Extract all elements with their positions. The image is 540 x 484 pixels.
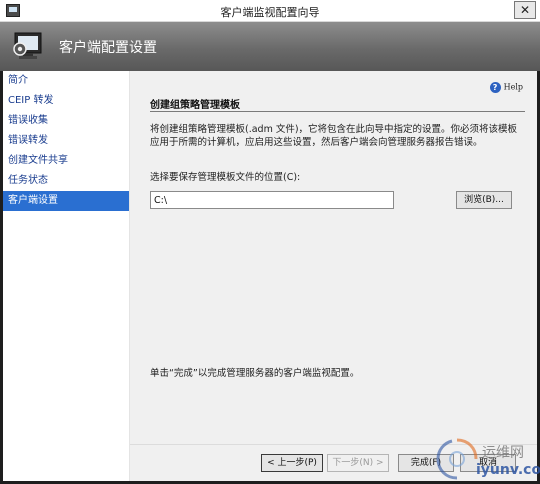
sidebar-item-ceip-forwarding[interactable]: CEIP 转发 — [3, 91, 129, 111]
previous-button[interactable]: < 上一步(P) — [261, 454, 323, 472]
sidebar-item-intro[interactable]: 简介 — [3, 71, 129, 91]
next-button[interactable]: 下一步(N) > — [327, 454, 389, 472]
site-watermark: 运维网 iyunv.com — [432, 436, 540, 482]
close-button[interactable]: ✕ — [514, 1, 536, 19]
title-bar: 客户端监视配置向导 ✕ — [0, 0, 540, 22]
watermark-logo-icon — [436, 438, 478, 480]
watermark-site-name: 运维网 — [482, 445, 524, 461]
section-description: 将创建组策略管理模板(.adm 文件)，它将包含在此向导中指定的设置。你必须将该… — [150, 124, 518, 148]
gear-on-computer-icon — [13, 32, 42, 59]
help-link[interactable]: ? Help — [489, 82, 523, 93]
section-title: 创建组策略管理模板 — [150, 100, 240, 111]
help-label: Help — [503, 82, 523, 92]
banner-title: 客户端配置设置 — [59, 40, 157, 56]
finish-instruction: 单击“完成”以完成管理服务器的客户端监视配置。 — [150, 368, 360, 379]
sidebar-item-task-status[interactable]: 任务状态 — [3, 171, 129, 191]
sidebar-item-error-collection[interactable]: 错误收集 — [3, 111, 129, 131]
browse-button[interactable]: 浏览(B)... — [456, 191, 512, 209]
wizard-steps-sidebar: 简介 CEIP 转发 错误收集 错误转发 创建文件共享 任务状态 客户端设置 — [3, 71, 130, 481]
help-icon: ? — [489, 82, 501, 93]
wizard-banner: 客户端配置设置 — [0, 22, 540, 71]
section-divider — [150, 111, 525, 112]
sidebar-item-client-settings[interactable]: 客户端设置 — [3, 191, 129, 211]
sidebar-item-create-file-share[interactable]: 创建文件共享 — [3, 151, 129, 171]
sidebar-item-error-forwarding[interactable]: 错误转发 — [3, 131, 129, 151]
template-location-label: 选择要保存管理模板文件的位置(C): — [150, 172, 301, 183]
window-title: 客户端监视配置向导 — [220, 6, 320, 19]
watermark-domain: iyunv.com — [476, 462, 540, 478]
wizard-window: 客户端监视配置向导 ✕ 客户端配置设置 简介 CEIP 转发 错误收集 错误转发… — [0, 0, 540, 484]
template-location-input[interactable] — [150, 191, 394, 209]
wizard-content: ? Help 创建组策略管理模板 将创建组策略管理模板(.adm 文件)，它将包含… — [130, 71, 537, 444]
